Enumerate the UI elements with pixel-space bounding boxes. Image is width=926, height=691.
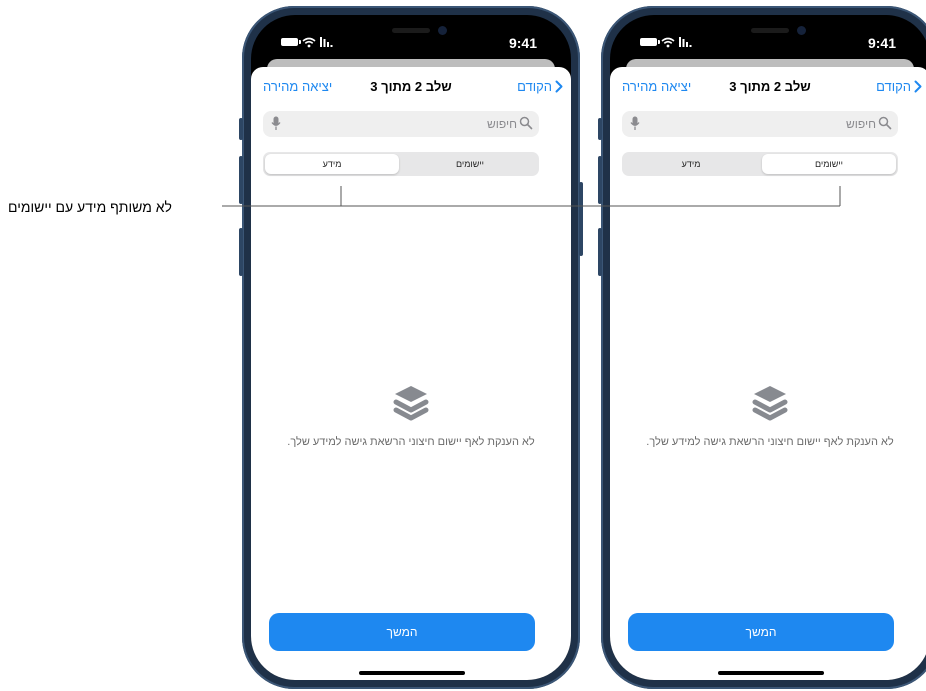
- wifi-icon: [661, 37, 675, 47]
- home-indicator: [359, 671, 465, 675]
- speaker-grille: [392, 28, 430, 33]
- front-camera: [797, 26, 806, 35]
- volume-up-button: [239, 156, 243, 204]
- navigation-bar: הקודם שלב 2 מתוך 3 יציאה מהירה: [251, 67, 571, 107]
- status-icons: [640, 35, 693, 49]
- iphone-frame-1: 9:41 הקודם שלב 2 מתוך 3 יציאה מהירה חיפו…: [239, 6, 583, 689]
- empty-state-message: לא הענקת לאף יישום חיצוני הרשאת גישה למי…: [646, 436, 894, 448]
- iphone-frame-2: 9:41 הקודם שלב 2 מתוך 3 יציאה מהירה חיפו…: [598, 6, 926, 689]
- empty-state-message: לא הענקת לאף יישום חיצוני הרשאת גישה למי…: [287, 436, 535, 448]
- segmented-control: מידע יישומים: [263, 152, 539, 176]
- mute-switch: [239, 118, 243, 140]
- battery-icon: [640, 38, 660, 46]
- mute-switch: [598, 118, 602, 140]
- illustration: 9:41 הקודם שלב 2 מתוך 3 יציאה מהירה חיפו…: [0, 0, 926, 691]
- battery-icon: [281, 38, 301, 46]
- notch: [717, 15, 823, 45]
- modal-sheet: הקודם שלב 2 מתוך 3 יציאה מהירה חיפוש מיד…: [251, 67, 571, 680]
- layers-stack-icon: [393, 386, 429, 421]
- callout-label: לא משותף מידע עם יישומים: [8, 199, 172, 215]
- front-camera: [438, 26, 447, 35]
- wifi-icon: [302, 37, 316, 47]
- segmented-control: מידע יישומים: [622, 152, 898, 176]
- navigation-bar: הקודם שלב 2 מתוך 3 יציאה מהירה: [610, 67, 926, 107]
- volume-up-button: [598, 156, 602, 204]
- search-placeholder: חיפוש: [846, 117, 876, 131]
- segment-apps[interactable]: יישומים: [403, 154, 537, 174]
- speaker-grille: [751, 28, 789, 33]
- modal-sheet: הקודם שלב 2 מתוך 3 יציאה מהירה חיפוש מיד…: [610, 67, 926, 680]
- side-button: [579, 182, 583, 256]
- search-field[interactable]: חיפוש: [622, 111, 898, 137]
- status-time: 9:41: [508, 35, 537, 51]
- status-time: 9:41: [867, 35, 896, 51]
- segment-apps[interactable]: יישומים: [762, 154, 896, 174]
- cellular-signal-icon: [679, 37, 692, 47]
- status-icons: [281, 35, 334, 49]
- home-indicator: [718, 671, 824, 675]
- segment-information[interactable]: מידע: [624, 154, 758, 174]
- search-field[interactable]: חיפוש: [263, 111, 539, 137]
- screen: 9:41 הקודם שלב 2 מתוך 3 יציאה מהירה חיפו…: [251, 15, 571, 680]
- volume-down-button: [598, 228, 602, 276]
- quick-exit-button[interactable]: יציאה מהירה: [622, 79, 691, 94]
- microphone-icon[interactable]: [271, 116, 281, 131]
- search-icon: [878, 116, 892, 130]
- continue-button[interactable]: המשך: [628, 613, 894, 651]
- segment-information[interactable]: מידע: [265, 154, 399, 174]
- layers-stack-icon: [752, 386, 788, 421]
- microphone-icon[interactable]: [630, 116, 640, 131]
- volume-down-button: [239, 228, 243, 276]
- cellular-signal-icon: [320, 37, 333, 47]
- search-icon: [519, 116, 533, 130]
- screen: 9:41 הקודם שלב 2 מתוך 3 יציאה מהירה חיפו…: [610, 15, 926, 680]
- search-placeholder: חיפוש: [487, 117, 517, 131]
- continue-button[interactable]: המשך: [269, 613, 535, 651]
- notch: [358, 15, 464, 45]
- quick-exit-button[interactable]: יציאה מהירה: [263, 79, 332, 94]
